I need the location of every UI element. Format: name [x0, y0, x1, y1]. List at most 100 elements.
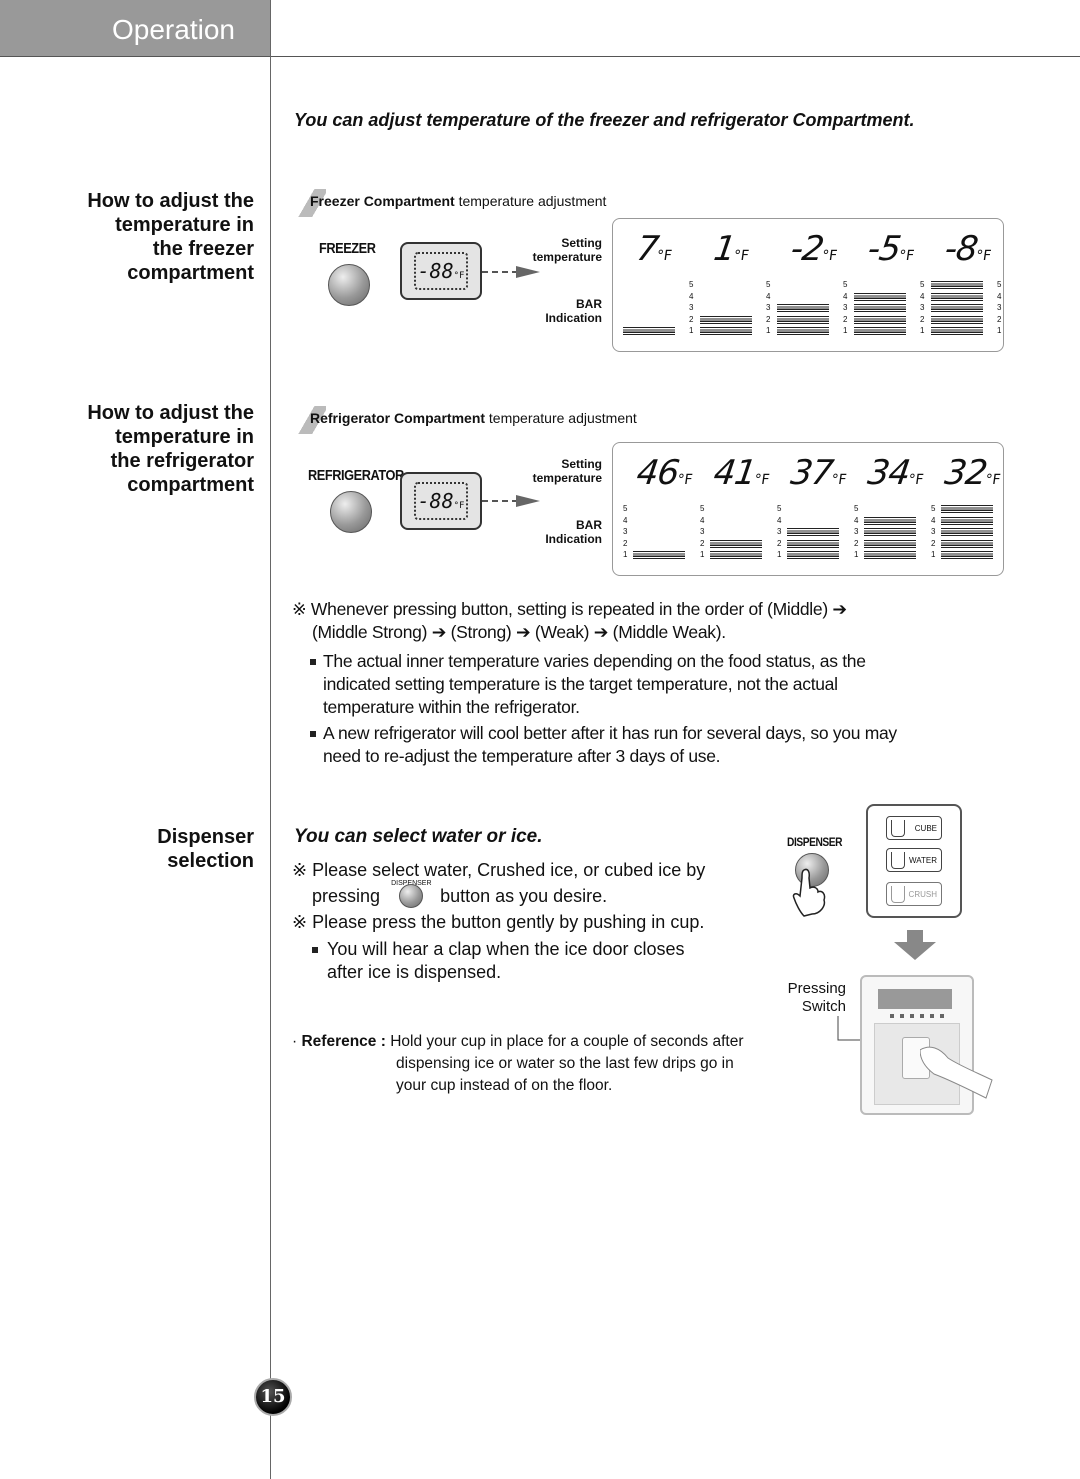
cube-icon — [891, 820, 905, 837]
level-bar — [854, 315, 906, 324]
level-label: 5 — [854, 504, 859, 513]
level-label: 1 — [931, 550, 936, 559]
setting-temperature: 46°F — [634, 453, 696, 493]
temp-unit: °F — [974, 248, 993, 264]
dispenser-bullet: You will hear a clap when the ice door c… — [312, 938, 752, 984]
option-label: WATER — [909, 856, 937, 865]
bullet-line: temperature within the refrigerator. — [323, 697, 580, 717]
note-line: (Middle Strong) ➔ (Strong) ➔ (Weak) ➔ (M… — [312, 622, 726, 642]
label-line: temperature — [532, 471, 602, 485]
freezer-bar-label: BAR Indication — [522, 297, 602, 325]
level-bar — [864, 539, 916, 548]
bullet-icon — [310, 659, 316, 666]
setting-temperature: 41°F — [711, 453, 773, 493]
level-bar — [941, 505, 993, 513]
level-label: 3 — [623, 527, 628, 536]
level-label: 2 — [997, 314, 1002, 324]
label-line: Indication — [545, 532, 602, 546]
fridge-section-heading: How to adjust the temperature in the ref… — [34, 401, 254, 497]
dashed-arrow-icon — [482, 495, 540, 507]
fridge-display-panel: 46°F 5 4 3 2 1 41°F 5 4 3 2 1 37°F 5 4 3 2 1 34°F 5 4 3 2 1 32°F… — [612, 442, 1004, 576]
subheading-bold: Refrigerator Compartment — [310, 410, 486, 426]
bullet-line: You will hear a clap when the ice door c… — [327, 939, 685, 959]
level-label: 2 — [920, 314, 925, 324]
level-label: 1 — [997, 326, 1002, 335]
note-line: ※ Whenever pressing button, setting is r… — [292, 599, 847, 619]
option-label: CRUSH — [908, 890, 937, 899]
level-bar — [931, 327, 983, 335]
bar-indicator: 5 4 3 2 1 — [777, 281, 849, 341]
bar-indicator: 5 4 3 2 1 — [700, 505, 772, 565]
level-bar — [941, 539, 993, 548]
level-label: 1 — [777, 550, 782, 559]
level-label: 2 — [766, 314, 771, 324]
bullet-new-fridge: A new refrigerator will cool better afte… — [310, 722, 970, 768]
subheading-rest: temperature adjustment — [485, 410, 637, 426]
bullet-line: need to re-adjust the temperature after … — [323, 746, 721, 766]
dispenser-control-label: DISPENSER — [787, 835, 843, 849]
level-label: 4 — [777, 515, 782, 525]
setting-temperature: 1°F — [711, 229, 752, 269]
dispenser-note-1: ※ Please select water, Crushed ice, or c… — [292, 859, 732, 908]
level-label: 3 — [843, 303, 848, 312]
note-line: ※ Please select water, Crushed ice, or c… — [292, 860, 706, 880]
level-label: 2 — [843, 314, 848, 324]
level-bar — [854, 304, 906, 312]
level-label: 4 — [931, 515, 936, 525]
page-section-title: Operation — [112, 14, 235, 45]
inline-dispenser-button: DISPENSER — [385, 880, 435, 908]
level-label: 5 — [997, 280, 1002, 289]
dispenser-note-2: ※ Please press the button gently by push… — [292, 912, 705, 932]
level-label: 5 — [843, 280, 848, 289]
temp-unit: °F — [655, 248, 673, 264]
pressing-switch-label: Pressing Switch — [770, 980, 846, 1016]
bar-indicator: 5 4 3 2 1 — [623, 505, 695, 565]
bullet-line: indicated setting temperature is the tar… — [323, 674, 838, 694]
bar-indicator: 5 4 3 2 1 — [931, 281, 1003, 341]
freezer-display-panel: 7°F 5 4 3 2 1 1°F 5 4 3 2 1 -2°F 5 4 3 2 1 -5°F 5 4 3 2 1 -8°F 5 4… — [612, 218, 1004, 352]
level-bar — [777, 315, 829, 324]
level-label: 4 — [854, 515, 859, 525]
level-label: 4 — [997, 291, 1002, 301]
note-line: button as you desire. — [440, 886, 608, 906]
column-divider — [270, 0, 271, 1479]
hand-icon — [920, 1046, 993, 1099]
freezer-control-label: FREEZER — [319, 240, 376, 257]
option-water[interactable]: WATER — [886, 848, 942, 872]
bullet-line: after ice is dispensed. — [327, 962, 502, 982]
level-label: 3 — [997, 303, 1002, 312]
level-label: 1 — [854, 550, 859, 559]
level-bar — [864, 551, 916, 559]
setting-temperature: 32°F — [942, 453, 1004, 493]
label-line: temperature — [532, 250, 602, 264]
fridge-bar-label: BAR Indication — [522, 518, 602, 546]
bullet-inner-temp: The actual inner temperature varies depe… — [310, 650, 970, 719]
reference-note: · Reference : Hold your cup in place for… — [292, 1031, 792, 1097]
temp-value: 34 — [865, 453, 913, 493]
level-bar — [710, 539, 762, 548]
fridge-button[interactable] — [330, 491, 372, 533]
heading-line: How to adjust the — [87, 402, 254, 424]
heading-line: How to adjust the — [87, 190, 254, 212]
option-cube[interactable]: CUBE — [886, 816, 942, 840]
freezer-section-heading: How to adjust the temperature in the fre… — [34, 189, 254, 285]
heading-line: temperature in — [115, 214, 254, 236]
level-label: 3 — [931, 527, 936, 536]
label-line: Setting — [561, 457, 602, 471]
freezer-button[interactable] — [328, 264, 370, 306]
level-label: 3 — [777, 527, 782, 536]
fridge-control-label: REFRIGERATOR — [308, 467, 404, 484]
heading-line: selection — [167, 850, 254, 872]
option-crush[interactable]: CRUSH — [886, 882, 942, 906]
intro-text: You can adjust temperature of the freeze… — [294, 110, 915, 130]
level-label: 1 — [766, 326, 771, 335]
level-label: 3 — [854, 527, 859, 536]
level-label: 3 — [920, 303, 925, 312]
bullet-line: A new refrigerator will cool better afte… — [323, 723, 897, 743]
bar-indicator: 5 4 3 2 1 — [854, 505, 926, 565]
bar-indicator: 5 4 3 2 1 — [854, 281, 926, 341]
subheading-rest: temperature adjustment — [454, 193, 607, 209]
freezer-setting-label: Setting temperature — [522, 236, 602, 264]
dispenser-section-heading: Dispenser selection — [34, 825, 254, 873]
reference-label: Reference : — [301, 1033, 386, 1050]
